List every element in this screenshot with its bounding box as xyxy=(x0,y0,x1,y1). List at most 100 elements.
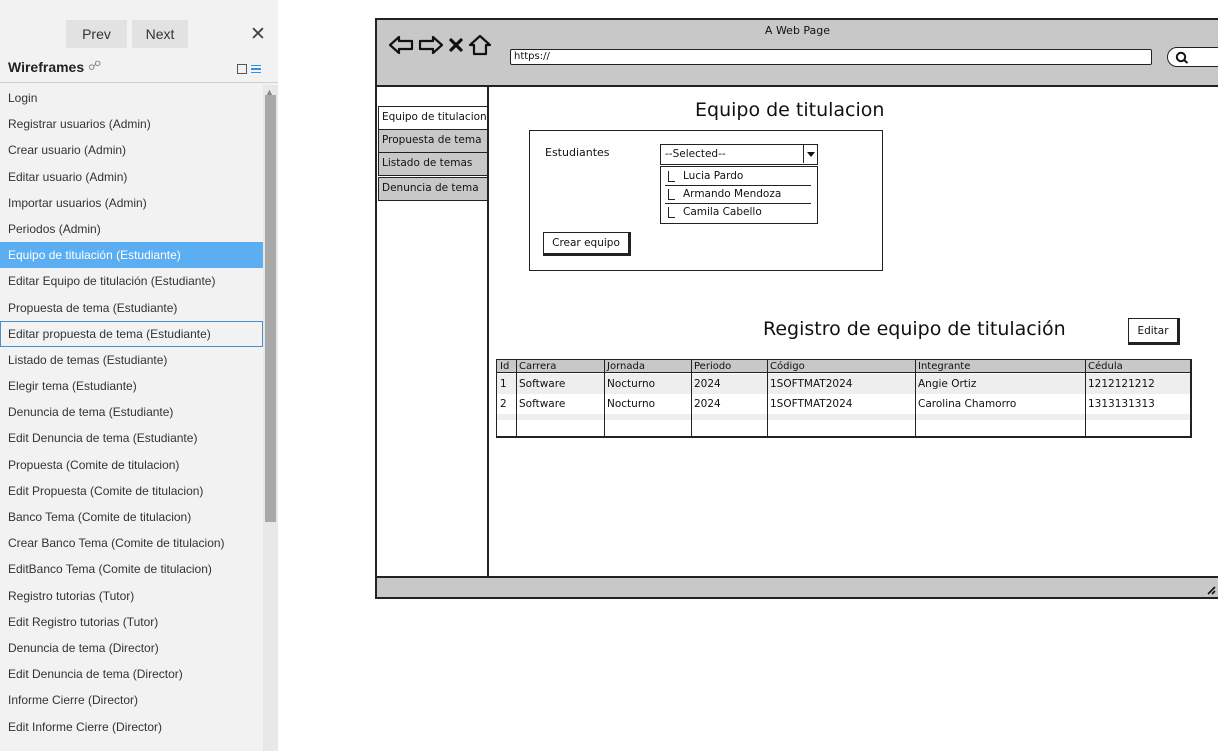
team-form: Estudiantes --Selected-- Lucia Pardo Arm… xyxy=(529,130,883,271)
column-divider xyxy=(691,360,693,436)
wireframe-list-item[interactable]: Elegir tema (Estudiante) xyxy=(0,373,263,399)
tab-listado-de-temas[interactable]: Listado de temas xyxy=(378,152,489,176)
tab-top-notch xyxy=(377,87,489,103)
column-divider xyxy=(516,360,518,436)
wireframe-list-item[interactable]: Crear usuario (Admin) xyxy=(0,137,263,163)
scrollbar[interactable]: ▲ xyxy=(263,85,278,751)
home-icon[interactable] xyxy=(468,34,492,56)
wireframe-list-item[interactable]: Edit Informe Cierre (Director) xyxy=(0,714,263,740)
wireframe-list-item[interactable]: Edit Denuncia de tema (Director) xyxy=(0,661,263,687)
page-title: Equipo de titulacion xyxy=(695,99,885,121)
column-header: Jornada xyxy=(607,361,645,372)
grid-view-icon[interactable] xyxy=(237,63,247,74)
create-team-button[interactable]: Crear equipo xyxy=(543,232,631,256)
stop-icon[interactable] xyxy=(448,37,464,53)
table-cell: 2024 xyxy=(694,378,721,390)
tab-panel-border xyxy=(487,87,489,578)
option-label: Lucia Pardo xyxy=(683,170,744,182)
option-label: Armando Mendoza xyxy=(683,188,782,200)
back-arrow-icon[interactable] xyxy=(388,34,414,56)
option-label: Camila Cabello xyxy=(683,206,762,218)
wireframe-list-item[interactable]: Listado de temas (Estudiante) xyxy=(0,347,263,373)
wireframe-list-item[interactable]: EditBanco Tema (Comite de titulacion) xyxy=(0,556,263,582)
edit-button[interactable]: Editar xyxy=(1128,318,1180,345)
wireframe-list-item[interactable]: Editar propuesta de tema (Estudiante) xyxy=(0,320,263,347)
wireframe-list-item[interactable]: Edit Registro tutorias (Tutor) xyxy=(0,609,263,635)
tab-denuncia-de-tema[interactable]: Denuncia de tema xyxy=(378,177,489,201)
search-field[interactable] xyxy=(1167,47,1218,67)
wireframe-list-item[interactable]: Propuesta (Comite de titulacion) xyxy=(0,452,263,478)
column-divider xyxy=(604,360,606,436)
wireframe-list-item[interactable]: Registrar usuarios (Admin) xyxy=(0,111,263,137)
chevron-down-icon[interactable] xyxy=(803,145,817,163)
wireframes-panel: Prev Next ✕ Wireframes ☍ Login Registrar … xyxy=(0,0,278,751)
column-divider xyxy=(1085,360,1087,436)
close-icon[interactable]: ✕ xyxy=(247,22,269,46)
resize-handle-icon[interactable] xyxy=(1206,585,1216,595)
browser-title: A Web Page xyxy=(764,24,831,37)
search-icon xyxy=(1175,51,1189,64)
next-button[interactable]: Next xyxy=(132,20,188,48)
option-armando-mendoza[interactable]: Armando Mendoza xyxy=(661,186,816,203)
wireframe-list-item[interactable]: Login xyxy=(0,85,263,111)
wireframe-list-item[interactable]: Registro tutorias (Tutor) xyxy=(0,583,263,609)
wireframe-list-item[interactable]: Crear Banco Tema (Comite de titulacion) xyxy=(0,530,263,556)
option-lucia-pardo[interactable]: Lucia Pardo xyxy=(661,168,816,185)
registry-heading: Registro de equipo de titulación xyxy=(763,318,1066,340)
select-value: --Selected-- xyxy=(665,148,726,160)
table-cell: 1SOFTMAT2024 xyxy=(770,378,853,390)
students-dropdown: Lucia Pardo Armando Mendoza Camila Cabel… xyxy=(660,166,818,224)
prev-button[interactable]: Prev xyxy=(66,20,127,48)
column-header: Carrera xyxy=(519,361,557,372)
table-cell: Nocturno xyxy=(607,398,656,410)
column-header: Integrante xyxy=(918,361,971,372)
students-select[interactable]: --Selected-- xyxy=(660,144,818,165)
column-divider xyxy=(767,360,769,436)
list-view-icon[interactable] xyxy=(251,64,261,74)
panel-title: Wireframes xyxy=(8,59,85,75)
table-cell: Software xyxy=(519,378,566,390)
table-cell: 1212121212 xyxy=(1088,378,1155,390)
browser-statusbar xyxy=(377,576,1218,597)
option-camila-cabello[interactable]: Camila Cabello xyxy=(661,204,816,221)
url-field[interactable]: https:// xyxy=(510,49,1152,65)
checkbox-icon[interactable] xyxy=(668,171,675,182)
wireframe-list-item[interactable]: Editar Equipo de titulación (Estudiante) xyxy=(0,268,263,294)
wireframe-list-item[interactable]: Editar usuario (Admin) xyxy=(0,164,263,190)
table-cell: Nocturno xyxy=(607,378,656,390)
wireframe-list-item[interactable]: Equipo de titulación (Estudiante) xyxy=(0,242,263,269)
students-label: Estudiantes xyxy=(545,146,610,159)
scroll-thumb[interactable] xyxy=(265,95,276,522)
table-cell: 2 xyxy=(500,398,507,410)
registry-table: Id Carrera Jornada Periodo Código Integrante C… xyxy=(496,359,1192,438)
tab-equipo-de-titulacion[interactable]: Equipo de titulacion xyxy=(378,106,489,130)
table-cell: 2024 xyxy=(694,398,721,410)
checkbox-icon[interactable] xyxy=(668,207,675,218)
column-header: Código xyxy=(770,361,805,372)
divider xyxy=(0,82,278,83)
browser-titlebar: A Web Page https:// xyxy=(377,20,1218,87)
column-header: Periodo xyxy=(694,361,732,372)
wireframe-list-item[interactable]: Periodos (Admin) xyxy=(0,216,263,242)
wireframe-list-item[interactable]: Informe Cierre (Director) xyxy=(0,687,263,713)
wireframe-list: Login Registrar usuarios (Admin) Crear usu… xyxy=(0,85,263,751)
table-cell: 1313131313 xyxy=(1088,398,1155,410)
forward-arrow-icon[interactable] xyxy=(418,34,444,56)
table-cell: 1SOFTMAT2024 xyxy=(770,398,853,410)
tab-propuesta-de-tema[interactable]: Propuesta de tema xyxy=(378,129,489,153)
column-header: Id xyxy=(500,361,510,372)
wireframe-list-item[interactable]: Denuncia de tema (Director) xyxy=(0,635,263,661)
checkbox-icon[interactable] xyxy=(668,189,675,200)
view-toggle xyxy=(237,60,261,78)
wireframe-list-item[interactable]: Edit Denuncia de tema (Estudiante) xyxy=(0,425,263,451)
wireframe-list-item[interactable]: Banco Tema (Comite de titulacion) xyxy=(0,504,263,530)
table-cell: Software xyxy=(519,398,566,410)
link-icon[interactable]: ☍ xyxy=(88,58,101,74)
wireframe-list-item[interactable]: Propuesta de tema (Estudiante) xyxy=(0,295,263,321)
column-header: Cédula xyxy=(1088,361,1123,372)
table-cell: Angie Ortiz xyxy=(918,378,977,390)
wireframe-list-item[interactable]: Importar usuarios (Admin) xyxy=(0,190,263,216)
wireframe-list-item[interactable]: Edit Propuesta (Comite de titulacion) xyxy=(0,478,263,504)
browser-window-mockup: A Web Page https:// Equipo de titulacion… xyxy=(375,18,1218,599)
wireframe-list-item[interactable]: Denuncia de tema (Estudiante) xyxy=(0,399,263,425)
